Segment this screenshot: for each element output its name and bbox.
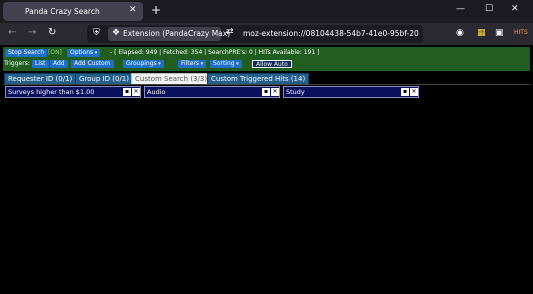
panel-title: Study <box>286 88 305 96</box>
url-text[interactable]: moz-extension://08104438-54b7-41e0-95bf-… <box>243 29 419 38</box>
tab-requester-id[interactable]: Requester ID (0/1) <box>4 73 77 84</box>
panel-title: Surveys higher than $1.00 <box>8 88 95 96</box>
screenshot-icon[interactable]: ▣ <box>495 28 504 38</box>
collapse-icon[interactable]: ▪ <box>262 88 270 96</box>
collapse-icon[interactable]: ▪ <box>401 88 409 96</box>
sorting-button[interactable]: Sorting <box>210 60 242 68</box>
pocket-icon[interactable]: ◉ <box>456 28 464 38</box>
allow-auto-button[interactable]: Allow Auto <box>252 60 292 68</box>
tab-custom-triggered-hits[interactable]: Custom Triggered Hits (14) <box>207 73 310 84</box>
options-button[interactable]: Options <box>67 49 101 57</box>
hits-icon[interactable]: HITS <box>514 29 528 36</box>
forward-icon[interactable]: → <box>28 27 36 38</box>
back-icon[interactable]: ← <box>8 27 16 38</box>
maximize-icon[interactable]: ☐ <box>485 4 493 14</box>
close-icon[interactable]: ✕ <box>410 88 418 96</box>
add-custom-button[interactable]: Add Custom <box>71 60 114 68</box>
collapse-icon[interactable]: ▪ <box>123 88 131 96</box>
extension-icon[interactable]: ▦ <box>477 28 486 38</box>
trigger-panel[interactable]: Audio ▪ ✕ <box>144 86 280 98</box>
panel-tabs: Requester ID (0/1) Group ID (0/1) Custom… <box>3 72 530 84</box>
close-icon[interactable]: ✕ <box>271 88 279 96</box>
identity-box[interactable]: ❖ Extension (PandaCrazy Max) <box>108 27 230 41</box>
panel-title: Audio <box>147 88 166 96</box>
stats-text: - [ Elapsed: 949 | Fetched: 354 | Search… <box>110 49 320 56</box>
permissions-icon[interactable]: ⇄ <box>226 27 234 37</box>
identity-label: Extension (PandaCrazy Max) <box>123 29 231 38</box>
reload-icon[interactable]: ↻ <box>48 27 56 38</box>
close-icon[interactable]: ✕ <box>132 88 140 96</box>
triggers-label: Triggers: <box>4 60 30 67</box>
control-bar: Stop Search [ON] Options - [ Elapsed: 94… <box>3 47 530 71</box>
browser-tab[interactable]: Panda Crazy Search ✕ <box>3 2 143 21</box>
groupings-button[interactable]: Groupings <box>123 60 164 68</box>
add-button[interactable]: Add <box>50 60 68 68</box>
puzzle-icon: ❖ <box>112 28 121 38</box>
filters-button[interactable]: Filters <box>178 60 207 68</box>
tab-strip: Panda Crazy Search ✕ + — ☐ ✕ <box>0 0 533 23</box>
tab-title: Panda Crazy Search <box>25 7 100 16</box>
trigger-panel[interactable]: Study ▪ ✕ <box>283 86 419 98</box>
nav-toolbar: ← → ↻ ⛨ ❖ Extension (PandaCrazy Max) ⇄ m… <box>0 23 533 45</box>
trigger-panel[interactable]: Surveys higher than $1.00 ▪ ✕ <box>5 86 141 98</box>
minimize-icon[interactable]: — <box>456 4 465 14</box>
list-button[interactable]: List <box>32 60 49 68</box>
tab-custom-search[interactable]: Custom Search (3/3) <box>131 73 212 84</box>
close-window-icon[interactable]: ✕ <box>511 4 519 14</box>
tab-group-id[interactable]: Group ID (0/1) <box>75 73 133 84</box>
tab-divider <box>3 84 530 85</box>
url-bar[interactable]: ⛨ ❖ Extension (PandaCrazy Max) ⇄ moz-ext… <box>87 25 423 43</box>
new-tab-button[interactable]: + <box>151 3 161 17</box>
search-status: [ON] <box>48 49 62 56</box>
tab-close-icon[interactable]: ✕ <box>129 5 137 15</box>
shield-icon[interactable]: ⛨ <box>93 28 100 38</box>
stop-search-button[interactable]: Stop Search <box>5 49 48 57</box>
